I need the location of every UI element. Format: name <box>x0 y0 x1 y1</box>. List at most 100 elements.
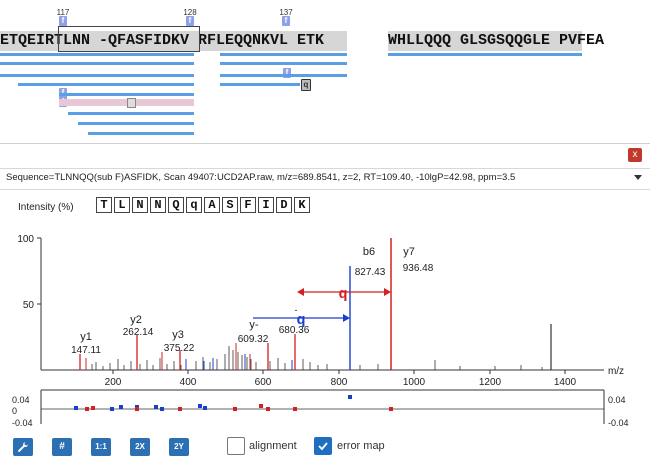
residue: Q <box>168 197 184 213</box>
settings-button[interactable] <box>13 438 33 456</box>
peak-label-mz: 375.22 <box>164 343 195 354</box>
error-point <box>348 395 352 399</box>
psm-dropdown[interactable]: Sequence=TLNNQQ(sub F)ASFIDK, Scan 49407… <box>0 168 650 190</box>
peptide-bar[interactable] <box>220 62 347 65</box>
peak-label-name: y7 <box>403 246 415 258</box>
x-tick-label: 200 <box>105 377 122 388</box>
chevron-down-icon[interactable] <box>634 175 642 180</box>
peptide-bar[interactable] <box>220 74 347 77</box>
arrow-right-icon <box>384 288 391 296</box>
error-point <box>135 407 139 411</box>
peptide-bar[interactable] <box>220 53 347 56</box>
y-tick-label: 100 <box>17 234 34 245</box>
peptide-bar[interactable] <box>78 122 194 125</box>
error-point <box>74 406 78 410</box>
x-axis-label: m/z <box>608 366 624 377</box>
peptide-bar[interactable] <box>0 74 194 77</box>
error-tick-label: 0 <box>12 406 17 416</box>
ptm-marker[interactable]: f <box>282 16 290 26</box>
peptide-bar[interactable] <box>0 62 194 65</box>
residue: q <box>186 197 202 213</box>
peptide-bar[interactable] <box>68 112 194 115</box>
error-map[interactable]: 0.04 0 -0.04 0.04 -0.04 <box>12 389 629 428</box>
peptide-bar[interactable] <box>388 53 582 56</box>
residue: N <box>150 197 166 213</box>
error-point <box>85 407 89 411</box>
peptide-bar[interactable] <box>220 83 300 86</box>
residue: D <box>276 197 292 213</box>
zoom-2y-button[interactable]: 2Y <box>169 438 189 456</box>
x-tick-label: 1400 <box>554 377 577 388</box>
error-point <box>160 407 164 411</box>
residue: L <box>114 197 130 213</box>
b-gap-residue: q <box>296 312 305 329</box>
spectrum-plot[interactable]: 100 50 200 400 600 800 1000 1200 1400 m/… <box>0 228 650 433</box>
zoom-1-1-button[interactable]: 1:1 <box>91 438 111 456</box>
error-point <box>119 405 123 409</box>
zoom-2x-button[interactable]: 2X <box>130 438 150 456</box>
error-map-checkbox[interactable] <box>314 437 332 455</box>
peak-label-name: y1 <box>80 331 92 343</box>
peptide-bar[interactable] <box>59 93 194 96</box>
alignment-label: alignment <box>249 440 297 452</box>
error-point <box>110 407 114 411</box>
error-map-label: error map <box>337 440 385 452</box>
peak-label-mz: 936.48 <box>403 263 434 274</box>
error-point <box>233 407 237 411</box>
ptm-marker[interactable]: f <box>186 16 194 26</box>
peak-label-mz: 262.14 <box>123 327 154 338</box>
error-point <box>178 407 182 411</box>
residue: A <box>204 197 220 213</box>
error-point <box>266 407 270 411</box>
peak-number-button[interactable]: # <box>52 438 72 456</box>
b-gap-arrow: q <box>253 312 350 329</box>
peak-label-name: y2 <box>130 314 142 326</box>
y-error-points <box>85 404 393 411</box>
checkmark-icon <box>318 442 328 451</box>
arrow-right-icon <box>343 314 350 322</box>
residue: F <box>240 197 256 213</box>
ptm-marker-q[interactable]: q <box>301 79 311 91</box>
peptide-marker <box>127 98 136 108</box>
residue: S <box>222 197 238 213</box>
minor-b-peaks <box>185 354 293 370</box>
peptide-bar[interactable] <box>0 53 194 56</box>
x-tick-label: 600 <box>255 377 272 388</box>
wrench-icon <box>18 442 28 452</box>
x-tick-label: 1000 <box>403 377 426 388</box>
close-button[interactable]: x <box>628 148 642 162</box>
peptide-bar[interactable] <box>18 83 194 86</box>
noise-peaks <box>91 324 552 370</box>
ptm-marker[interactable]: f <box>59 16 67 26</box>
error-point <box>154 405 158 409</box>
error-point <box>259 404 263 408</box>
peptide-bar[interactable] <box>88 132 194 135</box>
error-point <box>203 406 207 410</box>
x-tick-label: 1200 <box>479 377 502 388</box>
x-tick-label: 400 <box>180 377 197 388</box>
x-tick-label: 800 <box>331 377 348 388</box>
sequence-segment-covered[interactable]: WHLLQQQ GLSGSQQGLE PVFEA <box>388 31 604 51</box>
residue: K <box>294 197 310 213</box>
residue: T <box>96 197 112 213</box>
peak-label-mz: 147.11 <box>71 345 101 356</box>
peak-label-name: b6 <box>363 246 375 258</box>
y-gap-residue: q <box>338 286 347 303</box>
error-tick-label: -0.04 <box>608 418 629 428</box>
error-point <box>293 407 297 411</box>
arrow-left-icon <box>297 288 304 296</box>
peak-label-mz: 609.32 <box>238 334 269 345</box>
selected-peptide-box[interactable] <box>58 26 200 52</box>
residue: N <box>132 197 148 213</box>
peak-label-mz: 827.43 <box>355 267 386 278</box>
error-tick-label: 0.04 <box>608 395 626 405</box>
peak-label-name: y3 <box>172 329 184 341</box>
error-point <box>91 406 95 410</box>
y-tick-label: 50 <box>23 300 35 311</box>
intensity-label: Intensity (%) <box>18 202 74 213</box>
divider <box>0 143 650 144</box>
residue: I <box>258 197 274 213</box>
error-tick-label: 0.04 <box>12 395 30 405</box>
error-point <box>389 407 393 411</box>
alignment-checkbox[interactable] <box>227 437 245 455</box>
